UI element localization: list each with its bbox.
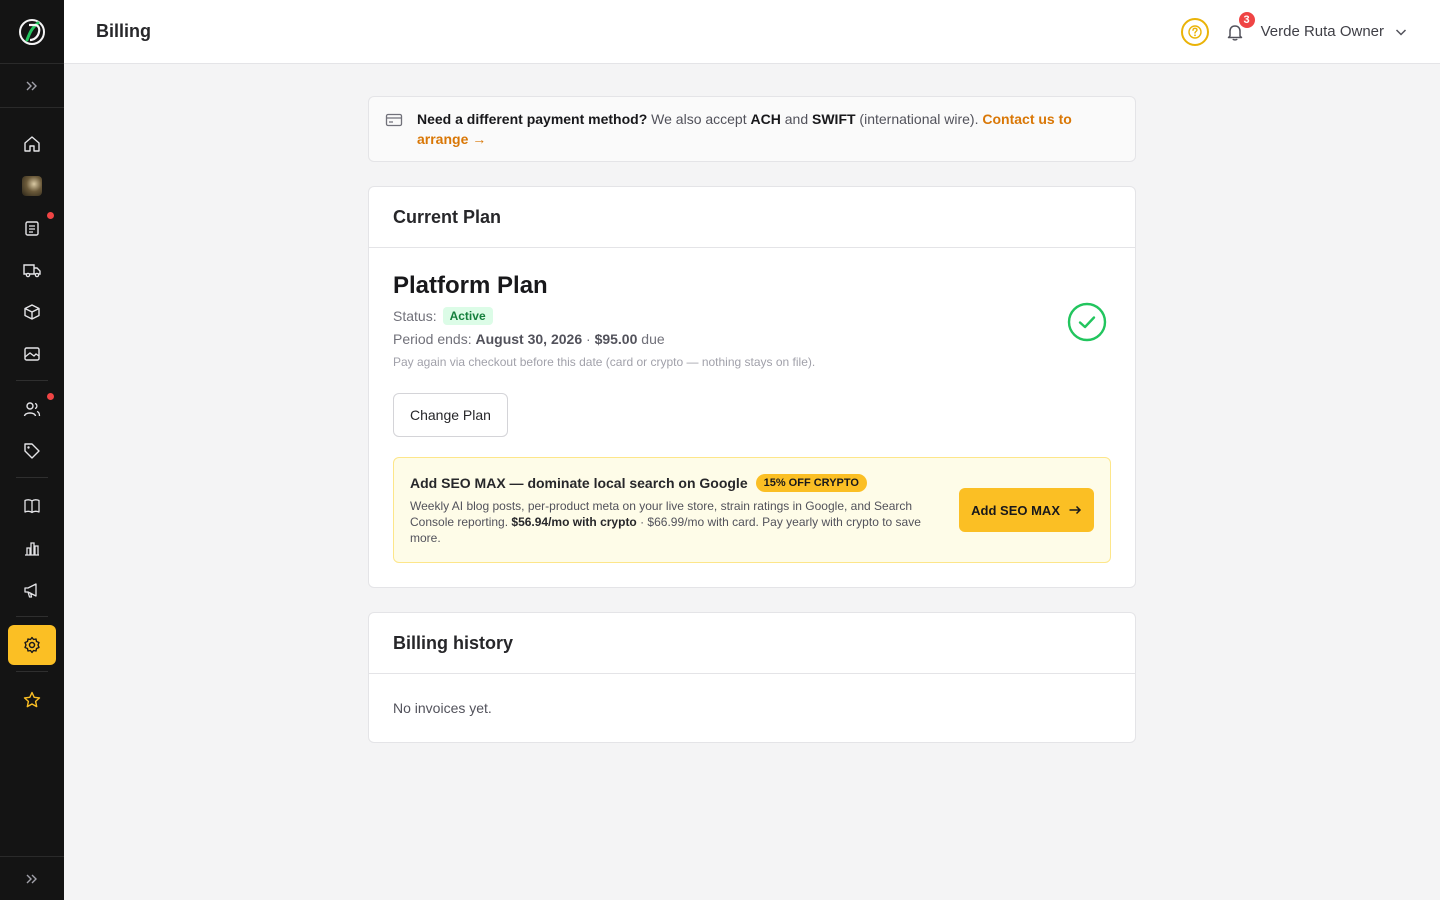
billing-history-heading: Billing history xyxy=(369,613,1135,674)
clipboard-icon xyxy=(25,221,39,236)
current-plan-heading: Current Plan xyxy=(369,187,1135,248)
sidebar-item-customers[interactable] xyxy=(8,389,56,429)
megaphone-icon xyxy=(24,583,37,598)
credit-card-icon xyxy=(385,113,403,127)
customers-alert-dot xyxy=(47,393,54,400)
sidebar-item-favorites[interactable] xyxy=(8,680,56,720)
tag-icon xyxy=(24,443,40,459)
period-suffix: due xyxy=(637,331,665,347)
sidebar xyxy=(0,0,64,900)
period-separator: · xyxy=(582,331,595,347)
settings-gear-icon xyxy=(24,636,40,654)
sidebar-divider xyxy=(16,380,48,381)
period-row: Period ends: August 30, 2026 · $95.00 du… xyxy=(393,331,815,347)
star-icon xyxy=(23,691,41,708)
billing-content: Need a different payment method? We also… xyxy=(368,96,1136,743)
sidebar-item-products[interactable] xyxy=(8,292,56,332)
sidebar-item-settings[interactable] xyxy=(8,625,56,665)
help-button[interactable] xyxy=(1180,17,1209,46)
sidebar-divider xyxy=(16,616,48,617)
notice-text-1: We also accept xyxy=(647,111,751,127)
notice-text-2: and xyxy=(780,111,812,127)
logo-icon xyxy=(19,18,45,45)
orders-alert-dot xyxy=(47,212,54,219)
box-icon xyxy=(24,304,40,320)
promo-title-row: Add SEO MAX — dominate local search on G… xyxy=(410,474,947,492)
add-seo-max-button[interactable]: Add SEO MAX xyxy=(959,488,1094,532)
current-plan-card: Current Plan Platform Plan Status: Activ… xyxy=(368,186,1136,588)
store-avatar xyxy=(22,176,42,196)
sidebar-collapse-button[interactable] xyxy=(0,856,64,900)
chevron-down-icon xyxy=(1395,28,1407,36)
promo-description: Weekly AI blog posts, per-product meta o… xyxy=(410,498,947,546)
check-circle-icon xyxy=(1067,302,1107,342)
seo-max-promo: Add SEO MAX — dominate local search on G… xyxy=(393,457,1111,563)
change-plan-button[interactable]: Change Plan xyxy=(393,393,508,437)
header-actions: 3 Verde Ruta Owner xyxy=(1180,11,1408,46)
truck-icon xyxy=(23,264,41,278)
sidebar-item-store[interactable] xyxy=(8,166,56,206)
notice-lead: Need a different payment method? xyxy=(417,111,648,127)
user-menu[interactable]: Verde Ruta Owner xyxy=(1261,23,1408,40)
notifications-button[interactable]: 3 xyxy=(1223,11,1255,44)
users-icon xyxy=(23,402,41,417)
user-name: Verde Ruta Owner xyxy=(1260,23,1384,40)
arrow-right-icon xyxy=(1069,505,1082,515)
sidebar-item-orders[interactable] xyxy=(8,208,56,248)
period-date: August 30, 2026 xyxy=(475,331,583,347)
add-seo-max-label: Add SEO MAX xyxy=(971,502,1060,518)
sidebar-divider xyxy=(16,477,48,478)
notification-count-badge: 3 xyxy=(1238,11,1255,28)
period-amount: $95.00 xyxy=(594,331,638,347)
page-title: Billing xyxy=(96,21,151,41)
sidebar-item-analytics[interactable] xyxy=(8,528,56,568)
bar-chart-icon xyxy=(25,542,39,556)
chevrons-right-icon xyxy=(26,81,37,90)
plan-status-row: Status: Active xyxy=(393,306,815,326)
sidebar-divider xyxy=(16,671,48,672)
sidebar-expand-button[interactable] xyxy=(0,64,64,108)
notice-text-3: (international wire). xyxy=(855,111,983,127)
app-logo[interactable] xyxy=(0,0,64,64)
promo-discount-badge: 15% OFF CRYPTO xyxy=(755,474,867,492)
status-label: Status: xyxy=(393,308,437,324)
billing-history-empty: No invoices yet. xyxy=(393,700,492,716)
notice-method-ach: ACH xyxy=(750,111,781,127)
home-icon xyxy=(24,136,40,152)
sidebar-item-delivery[interactable] xyxy=(8,250,56,290)
notice-text: Need a different payment method? We also… xyxy=(417,109,1119,149)
status-badge: Active xyxy=(442,307,493,325)
pay-note: Pay again via checkout before this date … xyxy=(393,355,816,369)
payment-method-notice: Need a different payment method? We also… xyxy=(368,96,1136,162)
sidebar-item-home[interactable] xyxy=(8,124,56,164)
chevrons-right-icon xyxy=(26,874,37,883)
sidebar-item-marketing[interactable] xyxy=(8,570,56,610)
promo-title: Add SEO MAX — dominate local search on G… xyxy=(410,475,748,491)
book-open-icon xyxy=(24,499,40,514)
billing-history-card: Billing history No invoices yet. xyxy=(368,612,1136,743)
promo-crypto-price: $56.94/mo with crypto xyxy=(511,515,637,529)
image-icon xyxy=(24,347,40,361)
sidebar-item-catalog[interactable] xyxy=(8,486,56,526)
period-label: Period ends: xyxy=(393,331,472,347)
sidebar-item-media[interactable] xyxy=(8,334,56,374)
top-header: Billing 3 Verde Ruta Owner xyxy=(64,0,1440,64)
sidebar-item-tags[interactable] xyxy=(8,431,56,471)
notice-method-swift: SWIFT xyxy=(812,111,856,127)
plan-name: Platform Plan xyxy=(393,272,548,299)
question-circle-icon xyxy=(1187,24,1202,39)
